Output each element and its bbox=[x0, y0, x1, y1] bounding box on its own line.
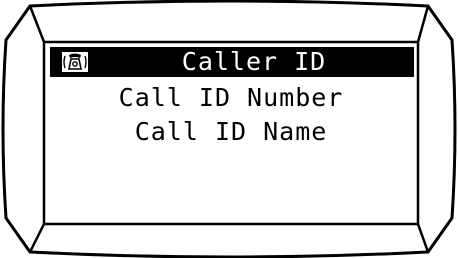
menu-item-call-id-number[interactable]: Call ID Number bbox=[44, 82, 418, 114]
screen-title: Caller ID bbox=[181, 47, 327, 76]
menu-item-call-id-name[interactable]: Call ID Name bbox=[44, 116, 418, 148]
lcd-screen: Caller ID Call ID Number Call ID Name bbox=[44, 42, 418, 224]
title-bar: Caller ID bbox=[50, 47, 414, 77]
ringing-phone-icon bbox=[62, 52, 88, 72]
